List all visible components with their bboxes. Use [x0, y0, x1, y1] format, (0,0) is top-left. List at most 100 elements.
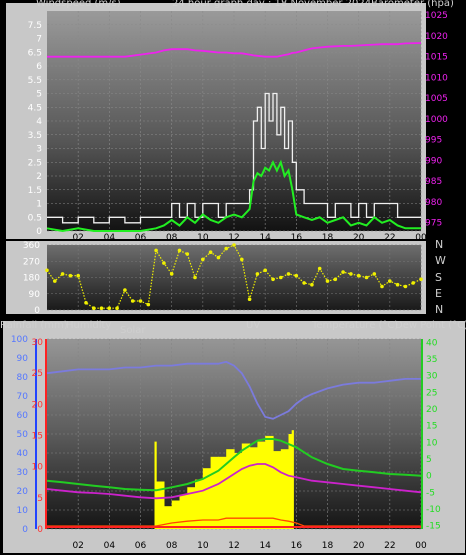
humidity-y-tick-label: 100: [11, 335, 28, 345]
wind-y-tick-label: 1: [36, 200, 42, 210]
solar-bar: [171, 500, 181, 529]
wind-x-tick-label: 08: [166, 233, 178, 243]
rain-y-tick-label: 25: [32, 369, 43, 379]
weather-x-tick-label: 00: [415, 541, 427, 551]
temperature-y-tick-label: 15: [426, 422, 437, 432]
barometer-axis-title: Barometer (hpa): [371, 0, 454, 9]
direction-y-tick-label: 90: [29, 290, 41, 300]
wind-y-tick-label: 3: [36, 145, 42, 155]
compass-south: S: [435, 271, 442, 284]
rain-y-tick-label: 15: [32, 432, 43, 442]
humidity-y-tick-label: 60: [17, 411, 29, 421]
weather-x-tick-label: 10: [197, 541, 209, 551]
direction-y-tick-label: 270: [23, 257, 40, 267]
direction-y-tick-label: 180: [23, 274, 40, 284]
uv-legend: UV: [246, 320, 261, 331]
humidity-y-tick-label: 0: [22, 525, 28, 535]
solar-bar: [210, 456, 219, 529]
windspeed-axis-title: Windspeed (m/s): [36, 0, 121, 9]
rain-y-tick-label: 5: [37, 494, 43, 504]
wind-x-tick-label: 06: [135, 233, 147, 243]
humidity-y-tick-label: 40: [17, 449, 29, 459]
temperature-y-tick-label: 30: [426, 372, 438, 382]
weather-graph-canvas: 0 0.5 1 1.5 2 2.5 3 3.5 4 4.5 5 5.5 6 6.5 7 7.5 975 980 98…: [3, 3, 465, 553]
weather-x-tick-label: 02: [72, 541, 83, 551]
humidity-y-tick-label: 90: [17, 354, 29, 364]
rain-y-tick-label: 0: [37, 525, 43, 535]
solar-bar: [179, 494, 188, 529]
humidity-y-tick-label: 30: [17, 468, 29, 478]
barometer-y-tick-label: 1025: [425, 11, 448, 21]
rain-y-tick-label: 30: [32, 338, 44, 348]
humidity-axis-title: Humidity: [66, 320, 112, 331]
direction-point: [302, 281, 306, 285]
barometer-y-tick-label: 985: [425, 177, 442, 187]
barometer-y-tick-label: 1000: [425, 115, 448, 125]
temperature-y-tick-label: 10: [426, 438, 438, 448]
compass-north-top: N: [435, 238, 444, 251]
wind-y-tick-label: 7.5: [28, 21, 42, 31]
weather-x-tick-label: 22: [384, 541, 395, 551]
temperature-axis-strip: [421, 339, 423, 529]
wind-y-tick-label: 6: [36, 62, 42, 72]
solar-bar: [288, 434, 293, 529]
dew-point-axis-title: Dew Point (°C): [395, 320, 466, 331]
wind-x-tick-label: 12: [228, 233, 239, 243]
wind-y-tick-label: 3.5: [28, 131, 42, 141]
wind-y-tick-label: 4.5: [28, 103, 42, 113]
wind-x-tick-label: 16: [291, 233, 303, 243]
humidity-y-tick-label: 10: [17, 506, 29, 516]
wind-y-tick-label: 1.5: [28, 186, 42, 196]
barometer-y-tick-label: 1020: [425, 32, 448, 42]
humidity-y-tick-label: 70: [17, 392, 29, 402]
solar-legend: Solar: [120, 325, 146, 336]
wind-y-tick-label: 0.5: [28, 213, 42, 223]
temperature-axis-title: Temperature (°C): [312, 320, 399, 331]
solar-bar: [249, 447, 258, 529]
humidity-y-tick-label: 20: [17, 487, 29, 497]
barometer-y-tick-label: 1010: [425, 73, 448, 83]
temperature-y-tick-label: 5: [426, 455, 432, 465]
solar-bar: [195, 479, 204, 529]
temperature-y-tick-label: 25: [426, 388, 437, 398]
temperature-y-tick-label: -15: [426, 522, 441, 532]
wind-x-tick-label: 04: [104, 233, 116, 243]
wind-x-tick-label: 22: [384, 233, 395, 243]
wind-y-tick-label: 5.5: [28, 76, 42, 86]
direction-y-tick-label: 0: [34, 306, 40, 316]
compass-east: E: [435, 287, 442, 300]
temperature-y-tick-label: -5: [426, 488, 435, 498]
graph-title: 24 hour graph day : 18 November 2024: [172, 0, 372, 9]
temperature-y-tick-label: -10: [426, 505, 441, 515]
wind-y-tick-label: 5: [36, 90, 42, 100]
wind-y-tick-label: 2: [36, 172, 42, 182]
weather-x-tick-label: 12: [228, 541, 239, 551]
temperature-y-tick-label: 35: [426, 355, 437, 365]
wind-x-tick-label: 10: [197, 233, 209, 243]
wind-x-tick-label: 20: [353, 233, 365, 243]
temperature-y-tick-label: 20: [426, 405, 438, 415]
rain-y-tick-label: 20: [32, 400, 44, 410]
temperature-y-tick-label: 40: [426, 338, 438, 348]
solar-bar: [273, 451, 282, 529]
wind-y-tick-label: 4: [36, 117, 42, 127]
solar-bar: [241, 443, 251, 529]
barometer-y-tick-label: 995: [425, 136, 442, 146]
weather-x-tick-label: 20: [353, 541, 365, 551]
temperature-y-tick-label: 0: [426, 472, 432, 482]
wind-y-tick-label: 6.5: [28, 48, 42, 58]
weather-x-tick-label: 16: [291, 541, 303, 551]
compass-north-bottom: N: [435, 303, 444, 316]
barometer-y-tick-label: 1005: [425, 94, 448, 104]
direction-y-tick-label: 360: [23, 241, 40, 251]
barometer-y-tick-label: 980: [425, 198, 442, 208]
solar-bar: [163, 506, 173, 529]
barometer-y-tick-label: 990: [425, 156, 442, 166]
compass-west: W: [435, 254, 446, 267]
humidity-y-tick-label: 50: [17, 430, 29, 440]
solar-bar: [265, 435, 274, 529]
solar-bar: [280, 449, 290, 529]
barometer-y-tick-label: 975: [425, 219, 442, 229]
wind-y-tick-label: 2.5: [28, 158, 42, 168]
humidity-y-tick-label: 80: [17, 373, 29, 383]
